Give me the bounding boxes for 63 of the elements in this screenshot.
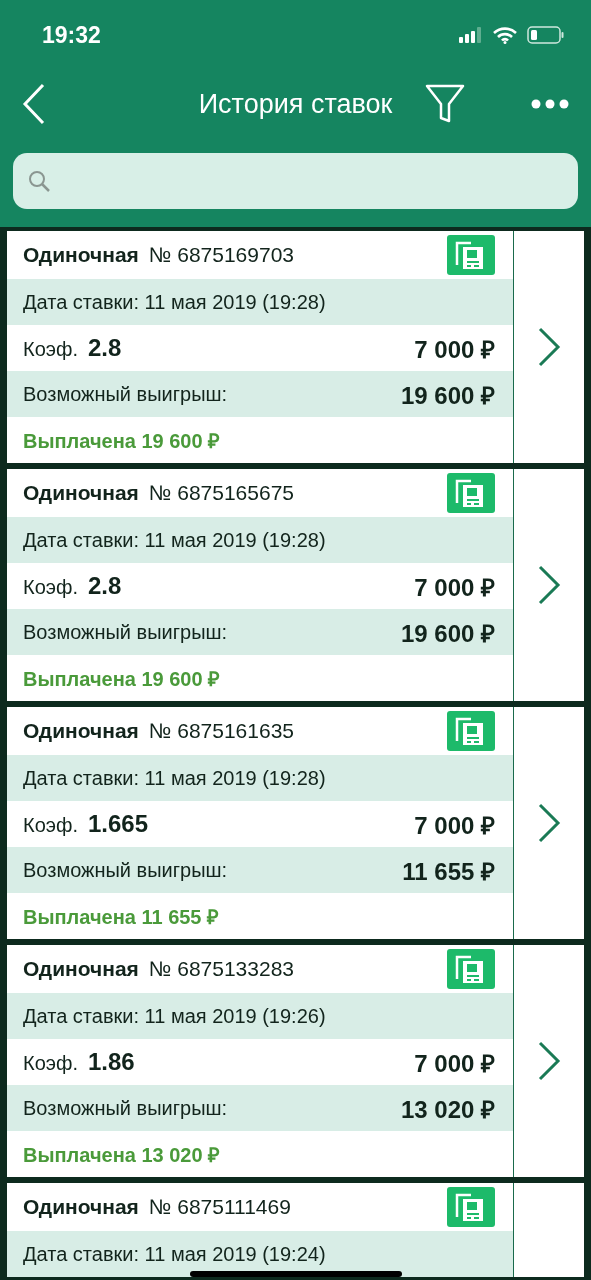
coef-label: Коэф. [23, 814, 78, 837]
win-label: Возможный выигрыш: [23, 858, 228, 882]
bet-card[interactable]: Одиночная № 6875165675 Дата ставки: 11 мая 2019 (19:28) Коэф. 2.8 7 000 ₽ Возможный выигрыш: 19 600 ₽ Выплачена 19 600 ₽ [7, 469, 584, 701]
bet-card[interactable]: Одиночная № 6875161635 Дата ставки: 11 мая 2019 (19:28) Коэф. 1.665 7 000 ₽ Возможный выигрыш: 11 655 ₽ Выплачена 11 655 ₽ [7, 707, 584, 939]
stake-amount: 7 000 ₽ [414, 572, 495, 603]
bet-number: № 6875165675 [148, 481, 294, 504]
bet-number: № 6875133283 [148, 957, 294, 980]
bet-type: Одиночная [23, 719, 139, 742]
payout-status: Выплачена 13 020 ₽ [23, 1142, 221, 1168]
coef-value: 1.665 [88, 810, 149, 838]
search-icon [27, 169, 51, 193]
bet-number: № 6875111469 [148, 1195, 291, 1218]
payout-status: Выплачена 19 600 ₽ [23, 428, 221, 454]
win-amount: 19 600 ₽ [400, 618, 495, 649]
coef-value: 2.8 [88, 572, 122, 600]
bet-type: Одиночная [23, 957, 139, 980]
signal-icon [459, 27, 483, 43]
coef-label: Коэф. [23, 1052, 78, 1075]
coef-label: Коэф. [23, 338, 78, 361]
status-time: 19:32 [42, 21, 101, 49]
win-amount: 19 600 ₽ [400, 380, 495, 411]
filter-icon[interactable] [425, 84, 465, 124]
chevron-right-icon[interactable] [537, 565, 561, 605]
win-amount: 13 020 ₽ [400, 1094, 495, 1125]
receipt-icon[interactable] [447, 235, 495, 275]
stake-amount: 7 000 ₽ [414, 334, 495, 365]
bet-number: № 6875161635 [148, 719, 294, 742]
coef-value: 2.8 [88, 334, 122, 362]
receipt-icon[interactable] [447, 1187, 495, 1227]
screen-title: История ставок [198, 88, 393, 120]
receipt-icon[interactable] [447, 711, 495, 751]
stake-amount: 7 000 ₽ [414, 1048, 495, 1079]
bet-card[interactable]: Одиночная № 6875111469 Дата ставки: 11 мая 2019 (19:24) [7, 1183, 584, 1277]
chevron-right-icon[interactable] [537, 803, 561, 843]
win-label: Возможный выигрыш: [23, 1096, 228, 1120]
bet-date: Дата ставки: 11 мая 2019 (19:28) [23, 290, 326, 314]
bet-date: Дата ставки: 11 мая 2019 (19:24) [23, 1242, 326, 1266]
coef-label: Коэф. [23, 576, 78, 599]
bet-date: Дата ставки: 11 мая 2019 (19:28) [23, 766, 326, 790]
bet-number: № 6875169703 [148, 243, 294, 266]
win-label: Возможный выигрыш: [23, 382, 228, 406]
receipt-icon[interactable] [447, 949, 495, 989]
bet-date: Дата ставки: 11 мая 2019 (19:28) [23, 528, 326, 552]
bet-card[interactable]: Одиночная № 6875133283 Дата ставки: 11 мая 2019 (19:26) Коэф. 1.86 7 000 ₽ Возможный выигрыш: 13 020 ₽ Выплачена 13 020 ₽ [7, 945, 584, 1177]
battery-icon [527, 26, 565, 44]
chevron-right-icon[interactable] [537, 1041, 561, 1081]
bet-type: Одиночная [23, 481, 139, 504]
more-icon[interactable] [531, 99, 569, 109]
chevron-right-icon[interactable] [537, 327, 561, 367]
payout-status: Выплачена 11 655 ₽ [23, 904, 220, 930]
search-field[interactable] [13, 153, 578, 209]
win-amount: 11 655 ₽ [402, 856, 495, 887]
payout-status: Выплачена 19 600 ₽ [23, 666, 221, 692]
bet-date: Дата ставки: 11 мая 2019 (19:26) [23, 1004, 326, 1028]
stake-amount: 7 000 ₽ [414, 810, 495, 841]
wifi-icon [493, 26, 517, 44]
receipt-icon[interactable] [447, 473, 495, 513]
bet-type: Одиночная [23, 243, 139, 266]
win-label: Возможный выигрыш: [23, 620, 228, 644]
coef-value: 1.86 [88, 1048, 135, 1076]
bet-card[interactable]: Одиночная № 6875169703 Дата ставки: 11 мая 2019 (19:28) Коэф. 2.8 7 000 ₽ Возможный выигрыш: 19 600 ₽ Выплачена 19 600 ₽ [7, 231, 584, 463]
bet-type: Одиночная [23, 1195, 139, 1218]
back-button[interactable] [22, 83, 46, 125]
